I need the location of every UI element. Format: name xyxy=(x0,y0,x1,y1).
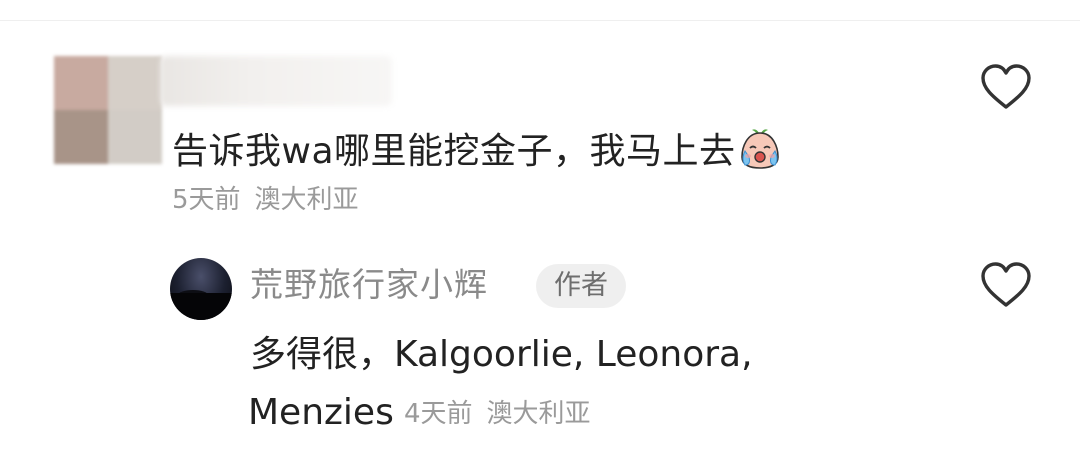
author-badge: 作者 xyxy=(536,264,626,308)
commenter-name-blurred[interactable] xyxy=(160,56,392,106)
reply-like-heart-icon[interactable] xyxy=(978,260,1034,310)
comment-time: 5天前 xyxy=(172,185,241,215)
reply-text-line1: 多得很，Kalgoorlie, Leonora, xyxy=(250,334,753,375)
reply-meta: 4天前 澳大利亚 xyxy=(404,394,591,434)
reply-time: 4天前 xyxy=(404,399,473,429)
comment-meta: 5天前 澳大利亚 xyxy=(172,182,359,218)
comment-like-heart-icon[interactable] xyxy=(978,62,1034,112)
reply-location: 澳大利亚 xyxy=(486,399,591,429)
commenter-avatar-blurred[interactable] xyxy=(54,56,162,164)
crying-face-emoji-icon xyxy=(738,127,782,171)
comment-text: 告诉我wa哪里能挖金子，我马上去 xyxy=(172,128,782,176)
reply-text-line2: Menzies xyxy=(248,392,394,433)
comment-location: 澳大利亚 xyxy=(254,185,359,215)
author-avatar[interactable] xyxy=(170,258,232,320)
top-divider xyxy=(0,20,1080,21)
comment-text-content: 告诉我wa哪里能挖金子，我马上去 xyxy=(172,131,736,172)
reply-username[interactable]: 荒野旅行家小辉 xyxy=(250,262,488,308)
